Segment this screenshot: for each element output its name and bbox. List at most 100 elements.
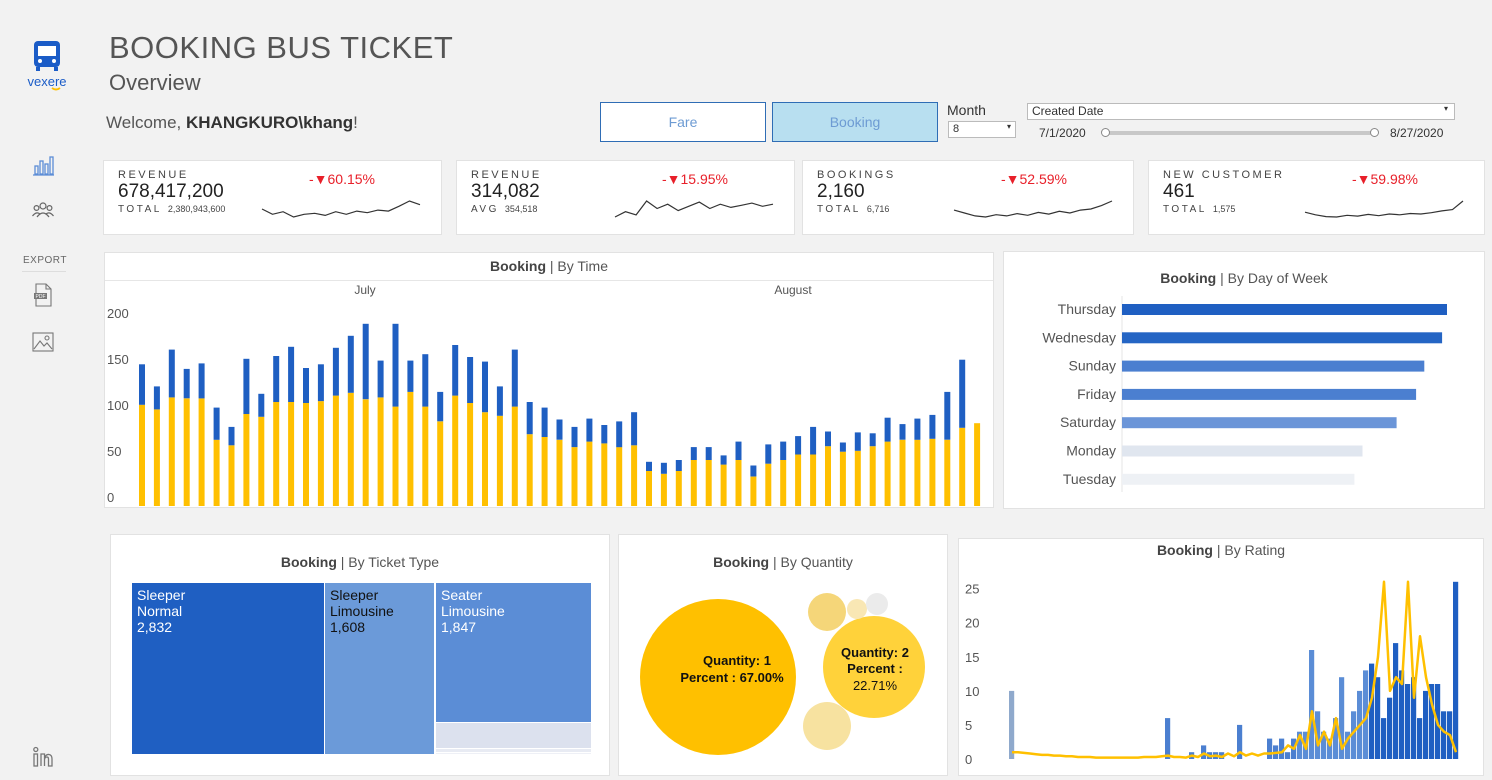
booking-bar-blue xyxy=(168,349,175,398)
linkedin-icon[interactable] xyxy=(30,744,56,770)
rating-bar xyxy=(1393,643,1399,759)
bubble-label: Quantity: 2 xyxy=(841,645,909,660)
booking-bar-yellow xyxy=(288,402,295,506)
booking-bar-yellow xyxy=(929,438,936,506)
kpi-delta: -▼59.98% xyxy=(1352,171,1419,187)
date-range-slider[interactable] xyxy=(1101,128,1379,137)
booking-bar-yellow xyxy=(631,445,638,506)
sparkline-path xyxy=(1304,200,1464,218)
booking-bar-blue xyxy=(496,386,503,416)
kpi-card: BOOKINGS 2,160 TOTAL 6,716 -▼52.59% xyxy=(802,160,1134,235)
booking-bar-yellow xyxy=(496,415,503,506)
booking-bar-yellow xyxy=(198,398,205,506)
bubble-label: Percent : 67.00% xyxy=(680,670,784,685)
chevron-down-icon: ▾ xyxy=(1443,104,1448,113)
booking-bar-blue xyxy=(228,426,235,446)
booking-bar-blue xyxy=(810,426,817,455)
booking-button[interactable]: Booking xyxy=(772,102,938,142)
booking-bar-yellow xyxy=(258,416,265,506)
dow-label: Friday xyxy=(1077,386,1116,402)
ticket-type-treemap: SleeperNormal2,832SleeperLimousine1,608S… xyxy=(132,583,591,754)
booking-by-dow-panel: Booking | By Day of Week Thursday Wednesd… xyxy=(1003,251,1485,509)
logo[interactable]: vexere xyxy=(22,38,72,94)
date-start: 7/1/2020 xyxy=(1039,126,1086,140)
rating-bar xyxy=(1165,718,1171,759)
month-select[interactable]: 8 ▾ xyxy=(948,121,1016,138)
y-tick-label: 25 xyxy=(965,582,979,597)
booking-bar-blue xyxy=(660,462,667,474)
kpi-sub: TOTAL 6,716 xyxy=(817,204,889,215)
booking-bar-blue xyxy=(347,335,354,393)
booking-bar-yellow xyxy=(660,473,667,506)
logo-text: vexere xyxy=(27,74,66,89)
rating-bar xyxy=(1285,752,1291,759)
booking-bar-blue xyxy=(213,407,220,440)
booking-bar-yellow xyxy=(974,423,981,506)
rating-bar xyxy=(1387,697,1393,759)
booking-bar-yellow xyxy=(869,446,876,506)
booking-bar-blue xyxy=(258,393,265,417)
title-rest: | By Day of Week xyxy=(1216,270,1328,286)
kpi-sub: TOTAL 2,380,943,600 xyxy=(118,204,225,215)
users-icon[interactable] xyxy=(30,197,56,223)
booking-bar-blue xyxy=(467,357,474,403)
booking-bar-blue xyxy=(750,465,757,477)
booking-bar-yellow xyxy=(601,443,608,506)
booking-by-rating-chart: 0 5 10 15 20 25 xyxy=(965,580,1459,767)
fare-button[interactable]: Fare xyxy=(600,102,766,142)
booking-bar-yellow xyxy=(944,439,951,506)
treemap-value: 1,608 xyxy=(330,619,365,635)
quantity-bubble xyxy=(808,593,846,631)
booking-bar-yellow xyxy=(422,406,429,506)
slider-handle-start[interactable] xyxy=(1101,128,1110,137)
kpi-value: 461 xyxy=(1163,181,1195,202)
booking-bar-yellow xyxy=(959,427,966,506)
booking-bar-yellow xyxy=(750,476,757,506)
booking-bar-yellow xyxy=(392,406,399,506)
slider-handle-end[interactable] xyxy=(1370,128,1379,137)
booking-bar-yellow xyxy=(183,398,190,506)
kpi-sub-label: TOTAL xyxy=(1163,204,1207,215)
svg-text:PDF: PDF xyxy=(36,294,46,300)
booking-bar-blue xyxy=(854,432,861,451)
y-tick-label: 5 xyxy=(965,718,972,733)
booking-bar-yellow xyxy=(825,446,831,506)
kpi-delta: -▼15.95% xyxy=(662,171,729,187)
rating-bar xyxy=(1369,663,1375,759)
treemap-cell-small xyxy=(436,749,591,752)
booking-bar-yellow xyxy=(556,439,563,506)
treemap-value: 2,832 xyxy=(137,619,172,635)
date-field-select[interactable]: Created Date ▾ xyxy=(1027,103,1455,120)
kpi-label: REVENUE xyxy=(118,169,189,181)
booking-bar-blue xyxy=(511,349,518,407)
booking-bar-blue xyxy=(243,358,250,414)
quantity-bubble xyxy=(847,599,867,619)
booking-bar-yellow xyxy=(810,454,817,506)
title-bold: Booking xyxy=(713,554,770,570)
image-icon[interactable] xyxy=(30,329,56,355)
bubble-label: Percent : xyxy=(847,661,903,676)
dow-bar xyxy=(1122,417,1397,429)
booking-bar-blue xyxy=(303,368,309,403)
title-bold: Booking xyxy=(490,258,546,274)
booking-bar-blue xyxy=(795,436,802,455)
rating-bar xyxy=(1375,677,1381,759)
booking-bar-yellow xyxy=(437,421,444,506)
title-rest: | By Ticket Type xyxy=(336,554,440,570)
month-label: August xyxy=(774,283,812,297)
booking-bar-yellow xyxy=(273,402,280,506)
booking-bar-yellow xyxy=(780,460,787,506)
date-end: 8/27/2020 xyxy=(1390,126,1444,140)
booking-bar-yellow xyxy=(720,464,727,506)
rating-bar xyxy=(1417,718,1423,759)
dow-bar xyxy=(1122,388,1417,400)
booking-bar-blue xyxy=(616,421,623,448)
bar-chart-icon[interactable] xyxy=(30,152,56,178)
pdf-icon[interactable]: PDF xyxy=(30,282,56,308)
treemap-value: 1,847 xyxy=(441,619,476,635)
booking-bar-blue xyxy=(362,323,369,400)
kpi-value: 678,417,200 xyxy=(118,181,224,202)
kpi-sub-value: 2,380,943,600 xyxy=(167,204,226,214)
title-rest: | By Rating xyxy=(1212,542,1286,558)
title-bold: Booking xyxy=(1156,542,1213,558)
